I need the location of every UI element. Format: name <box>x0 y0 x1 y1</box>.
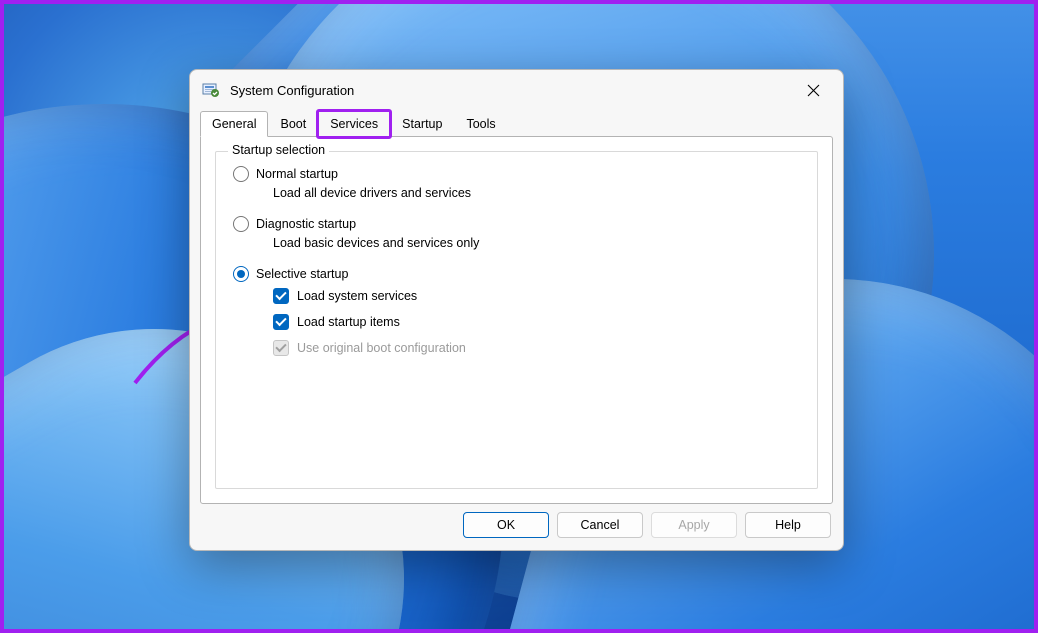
close-button[interactable] <box>793 77 833 103</box>
tab-boot[interactable]: Boot <box>268 111 318 136</box>
radio-icon <box>233 216 249 232</box>
checkbox-icon <box>273 340 289 356</box>
fieldset-legend: Startup selection <box>228 143 329 157</box>
tab-services[interactable]: Services <box>318 111 390 136</box>
apply-button: Apply <box>651 512 737 538</box>
system-configuration-dialog: System Configuration General Boot Servic… <box>189 69 844 551</box>
cancel-button[interactable]: Cancel <box>557 512 643 538</box>
radio-icon <box>233 266 249 282</box>
desc-diagnostic-startup: Load basic devices and services only <box>273 236 803 250</box>
desc-normal-startup: Load all device drivers and services <box>273 186 803 200</box>
app-icon <box>202 81 220 99</box>
tab-startup[interactable]: Startup <box>390 111 454 136</box>
window-title: System Configuration <box>230 83 783 98</box>
tab-panel-general: Startup selection Normal startup Load al… <box>200 136 833 504</box>
radio-icon <box>233 166 249 182</box>
radio-normal-startup[interactable]: Normal startup <box>233 166 803 182</box>
tab-row: General Boot Services Startup Tools <box>190 111 843 136</box>
startup-selection-group: Startup selection Normal startup Load al… <box>215 151 818 489</box>
ok-button[interactable]: OK <box>463 512 549 538</box>
checkbox-load-system-services[interactable]: Load system services <box>273 288 803 304</box>
titlebar: System Configuration <box>190 70 843 109</box>
checkbox-icon <box>273 288 289 304</box>
tab-general[interactable]: General <box>200 111 268 137</box>
checkbox-load-startup-items[interactable]: Load startup items <box>273 314 803 330</box>
radio-selective-startup[interactable]: Selective startup <box>233 266 803 282</box>
tab-tools[interactable]: Tools <box>454 111 507 136</box>
checkbox-use-original-boot: Use original boot configuration <box>273 340 803 356</box>
dialog-button-row: OK Cancel Apply Help <box>190 512 843 550</box>
checkbox-icon <box>273 314 289 330</box>
help-button[interactable]: Help <box>745 512 831 538</box>
radio-diagnostic-startup[interactable]: Diagnostic startup <box>233 216 803 232</box>
